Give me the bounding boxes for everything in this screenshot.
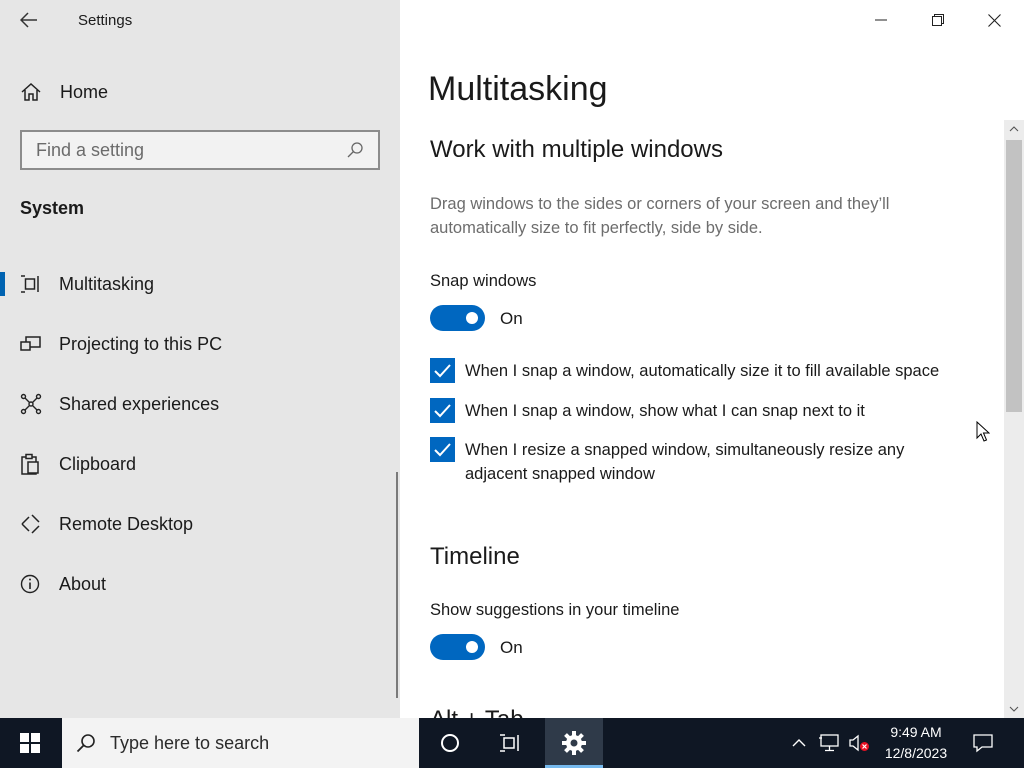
content-scrollbar[interactable] bbox=[1004, 120, 1024, 718]
sidebar-item-label: Home bbox=[60, 81, 109, 102]
scroll-down-button[interactable] bbox=[1004, 700, 1024, 718]
gear-icon bbox=[562, 731, 586, 755]
section-heading-timeline: Timeline bbox=[430, 543, 520, 570]
cortana-button[interactable] bbox=[421, 718, 479, 768]
volume-muted-icon bbox=[849, 734, 869, 752]
sidebar-item-shared-experiences[interactable]: Shared experiences bbox=[0, 374, 400, 434]
info-icon bbox=[0, 574, 59, 594]
sidebar-item-clipboard[interactable]: Clipboard bbox=[0, 434, 400, 494]
network-tray-button[interactable] bbox=[816, 730, 842, 756]
section-description: Drag windows to the sides or corners of … bbox=[430, 195, 890, 237]
active-indicator bbox=[0, 272, 5, 296]
timeline-suggestions-label: Show suggestions in your timeline bbox=[430, 601, 680, 619]
sidebar-item-remote-desktop[interactable]: Remote Desktop bbox=[0, 494, 400, 554]
chevron-up-icon bbox=[792, 739, 806, 747]
snap-windows-label: Snap windows bbox=[430, 272, 537, 290]
taskbar-settings-app[interactable] bbox=[545, 718, 603, 768]
checkbox-checked[interactable] bbox=[430, 437, 455, 462]
projector-icon bbox=[0, 334, 59, 354]
windows-logo-icon bbox=[20, 733, 40, 753]
multitasking-icon bbox=[0, 274, 59, 294]
taskbar: Type here to search 9:49 AM 12/8/2023 bbox=[0, 718, 1024, 768]
section-heading-text: Alt + Tab bbox=[430, 708, 524, 718]
clipboard-icon bbox=[0, 453, 59, 475]
sidebar-item-label: Clipboard bbox=[59, 453, 137, 474]
checkmark-icon bbox=[434, 442, 451, 456]
sidebar-item-projecting[interactable]: Projecting to this PC bbox=[0, 314, 400, 374]
page-title: Multitasking bbox=[428, 70, 608, 108]
checkbox-label: When I resize a snapped window, simultan… bbox=[465, 441, 905, 483]
sidebar-item-label: About bbox=[59, 573, 107, 594]
remote-desktop-icon bbox=[0, 513, 59, 535]
search-icon bbox=[347, 142, 363, 158]
minimize-icon bbox=[874, 19, 887, 21]
timeline-suggestions-state: On bbox=[500, 638, 523, 657]
shared-experiences-icon bbox=[0, 393, 59, 415]
action-center-button[interactable] bbox=[970, 730, 996, 756]
checkbox-label: When I snap a window, automatically size… bbox=[465, 362, 940, 380]
volume-tray-button[interactable] bbox=[846, 730, 872, 756]
sidebar-item-home[interactable]: Home bbox=[0, 72, 400, 112]
back-arrow-icon bbox=[20, 12, 37, 28]
close-icon bbox=[988, 13, 1001, 27]
home-icon bbox=[0, 82, 60, 102]
checkbox-checked[interactable] bbox=[430, 358, 455, 383]
taskbar-search-placeholder: Type here to search bbox=[110, 732, 270, 753]
checkbox-checked[interactable] bbox=[430, 398, 455, 423]
task-view-icon bbox=[500, 734, 519, 752]
chevron-up-icon bbox=[1009, 126, 1019, 132]
checkmark-icon bbox=[434, 403, 451, 417]
sidebar-item-multitasking[interactable]: Multitasking bbox=[0, 254, 400, 314]
scroll-up-button[interactable] bbox=[1004, 120, 1024, 138]
sidebar-item-about[interactable]: About bbox=[0, 554, 400, 614]
minimize-button[interactable] bbox=[852, 0, 909, 40]
clock-time: 9:49 AM bbox=[890, 724, 942, 740]
task-view-button[interactable] bbox=[481, 718, 539, 768]
chevron-down-icon bbox=[1009, 706, 1019, 712]
restore-icon bbox=[931, 14, 944, 26]
show-hidden-icons-button[interactable] bbox=[788, 730, 810, 756]
taskbar-clock[interactable]: 9:49 AM 12/8/2023 bbox=[876, 722, 956, 764]
toggle-knob bbox=[466, 641, 478, 653]
search-placeholder: Find a setting bbox=[36, 139, 145, 160]
notification-icon bbox=[973, 734, 993, 753]
clock-date: 12/8/2023 bbox=[884, 745, 948, 761]
checkmark-icon bbox=[434, 363, 451, 377]
snap-option-show-next[interactable]: When I snap a window, show what I can sn… bbox=[430, 398, 980, 423]
section-heading-windows: Work with multiple windows bbox=[430, 136, 723, 163]
start-button[interactable] bbox=[0, 718, 60, 768]
taskbar-search-box[interactable]: Type here to search bbox=[62, 718, 419, 768]
mouse-cursor-icon bbox=[976, 420, 991, 448]
restore-button[interactable] bbox=[909, 0, 966, 40]
sidebar-item-label: Projecting to this PC bbox=[59, 333, 223, 354]
scroll-thumb[interactable] bbox=[1006, 140, 1022, 412]
sidebar-item-label: Multitasking bbox=[59, 273, 155, 294]
app-title: Settings bbox=[78, 12, 133, 29]
find-setting-input[interactable]: Find a setting bbox=[20, 130, 380, 170]
section-header: System bbox=[20, 198, 85, 218]
cortana-circle-icon bbox=[441, 734, 459, 752]
back-button[interactable] bbox=[12, 6, 46, 34]
sidebar-item-label: Remote Desktop bbox=[59, 513, 194, 534]
section-heading-alt-tab: Alt + Tab bbox=[430, 708, 524, 718]
checkbox-label: When I snap a window, show what I can sn… bbox=[465, 402, 865, 420]
snap-windows-toggle[interactable] bbox=[430, 305, 485, 331]
search-icon bbox=[76, 734, 95, 753]
sidebar-item-label: Shared experiences bbox=[59, 393, 220, 414]
timeline-suggestions-toggle[interactable] bbox=[430, 634, 485, 660]
snap-windows-state: On bbox=[500, 309, 523, 328]
toggle-knob bbox=[466, 312, 478, 324]
sidebar-nav: Multitasking Projecting to this PC Share… bbox=[0, 254, 400, 614]
sidebar: Settings Home Find a setting System Mult… bbox=[0, 0, 400, 718]
sidebar-scrollbar[interactable] bbox=[396, 472, 398, 698]
snap-option-fill-space[interactable]: When I snap a window, automatically size… bbox=[430, 358, 980, 383]
snap-option-resize-adjacent[interactable]: When I resize a snapped window, simultan… bbox=[430, 437, 930, 486]
network-icon bbox=[819, 734, 839, 752]
close-button[interactable] bbox=[966, 0, 1023, 40]
